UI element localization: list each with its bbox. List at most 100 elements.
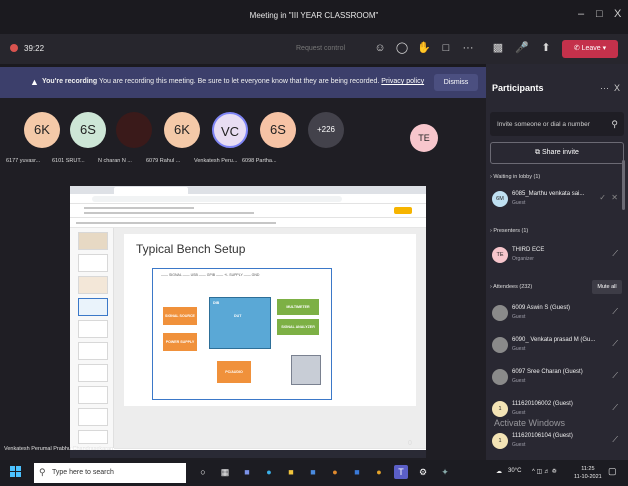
word-icon[interactable]: ■ [350, 465, 364, 479]
search-icon[interactable]: ⚲ [611, 119, 618, 130]
teams-app-icon[interactable]: ■ [240, 465, 254, 479]
chrome-icon[interactable]: ● [372, 465, 386, 479]
invite-search-field[interactable]: Invite someone or dial a number ⚲ [490, 112, 624, 136]
clock-time: 11:25 [581, 466, 595, 472]
menu-line [84, 212, 254, 214]
attendees-section-header[interactable]: › Attendees (232) [490, 284, 532, 290]
minimize-button[interactable]: – [578, 8, 584, 20]
participant-role: Guest [512, 442, 526, 448]
presenter-name: Venkatesh Perumal Prabhu Chandrasekaran [4, 446, 114, 452]
privacy-policy-link[interactable]: Privacy policy [381, 78, 424, 85]
notification-icon[interactable]: ▢ [608, 466, 617, 477]
mic-off-icon: ⟋ [612, 403, 618, 412]
participant-avatar[interactable]: 6S [70, 112, 106, 148]
rooms-icon[interactable]: □ [438, 40, 454, 56]
share-invite-button[interactable]: ⧉ Share invite [490, 142, 624, 164]
leave-label: Leave [581, 45, 601, 52]
app-icon[interactable]: ● [328, 465, 342, 479]
reactions-icon[interactable]: ✋ [416, 40, 432, 56]
presenter-participant[interactable]: TE THIRD ECE Organizer ⟋ [490, 244, 624, 268]
presenters-section-header[interactable]: › Presenters (1) [490, 228, 528, 234]
slide-thumbnail[interactable] [78, 364, 108, 382]
browser-tab[interactable] [114, 187, 188, 194]
participant-name: THIRD ECE [512, 247, 545, 253]
slide-thumbnail[interactable] [78, 430, 108, 444]
slide-thumbnail-active[interactable] [78, 298, 108, 316]
participants-icon[interactable]: ☺ [372, 40, 388, 56]
slide-thumbnail[interactable] [78, 408, 108, 426]
pc-computer-icon [291, 355, 321, 385]
search-icon: ⚲ [39, 467, 46, 477]
attendee-participant[interactable]: 6009 Aswin S (Guest) Guest ⟋ [490, 302, 624, 326]
app-icon[interactable]: ✦ [438, 465, 452, 479]
settings-icon[interactable]: ⚙ [416, 465, 430, 479]
weather-temp[interactable]: 30°C [508, 468, 521, 474]
recording-banner: ▲ You're recording You are recording thi… [0, 67, 486, 98]
mute-all-button[interactable]: Mute all [592, 280, 622, 294]
participant-avatar[interactable]: 6S [260, 112, 296, 148]
camera-off-icon[interactable]: ▩ [490, 40, 506, 56]
chat-icon[interactable]: ◯ [394, 40, 410, 56]
mic-off-icon: ⟋ [612, 339, 618, 348]
participant-avatar[interactable] [116, 112, 152, 148]
participant-avatar[interactable]: 6K [164, 112, 200, 148]
taskbar-clock[interactable]: 11:25 11-10-2021 [574, 465, 602, 481]
page-indicator: 0 [408, 440, 412, 447]
slide-thumbnail[interactable] [78, 232, 108, 250]
dismiss-button[interactable]: Dismiss [434, 74, 478, 91]
participant-avatar[interactable]: VC [212, 112, 248, 148]
diagram-legend: —— SIGNAL —— USB —— GPIB —— +/- SUPPLY —… [161, 273, 260, 277]
slide-thumbnail[interactable] [78, 386, 108, 404]
cortana-icon[interactable]: ○ [196, 465, 210, 479]
windows-start-icon[interactable] [10, 466, 22, 478]
system-tray-icons[interactable]: ^ ◫ ♬ ♽ [532, 468, 557, 475]
attendee-participant[interactable]: 1 111620106104 (Guest) Guest ⟋ [490, 430, 624, 454]
avatar: TE [492, 247, 508, 263]
lobby-header-label: Waiting in lobby (1) [493, 174, 541, 180]
file-explorer-icon[interactable]: ■ [284, 465, 298, 479]
window-titlebar: Meeting in "III YEAR CLASSROOM" – □ X [0, 0, 628, 34]
weather-icon[interactable]: ☁ [496, 468, 502, 475]
request-control-button[interactable]: Request control [296, 45, 345, 52]
url-field[interactable] [92, 196, 342, 202]
panel-close-icon[interactable]: X [614, 83, 620, 93]
teams-active-icon[interactable]: T [394, 465, 408, 479]
slide-thumbnail[interactable] [78, 342, 108, 360]
panel-scrollbar[interactable] [622, 160, 625, 210]
lobby-participant[interactable]: 6M 6085_Marthu venkata sai... Guest ✓ ✕ [490, 188, 624, 212]
share-tray-icon[interactable]: ⬆ [538, 40, 554, 56]
self-avatar[interactable]: TE [410, 124, 438, 152]
meeting-toolbar: 39:22 Request control ☺ ◯ ✋ □ ··· ▩ 🎤 ⬆ … [0, 34, 628, 64]
slide-thumbnail[interactable] [78, 254, 108, 272]
leave-button[interactable]: ✆ Leave ▾ [562, 40, 618, 58]
more-actions-icon[interactable]: ··· [460, 40, 476, 56]
attendee-participant[interactable]: 6097 Sree Charan (Guest) Guest ⟋ [490, 366, 624, 390]
panel-more-icon[interactable]: ··· [600, 83, 609, 93]
participant-role: Guest [512, 378, 526, 384]
participant-avatar[interactable]: +226 [308, 112, 344, 148]
edge-icon[interactable]: ● [262, 465, 276, 479]
signal-source-box: SIGNAL SOURCE [163, 307, 197, 325]
recording-indicator-icon [10, 44, 18, 52]
current-slide[interactable]: Typical Bench Setup —— SIGNAL —— USB —— … [124, 234, 416, 406]
admit-icon[interactable]: ✓ [599, 193, 606, 202]
participant-avatar-label: Venkatesh Peru... [194, 158, 238, 164]
close-button[interactable]: X [614, 8, 621, 20]
task-view-icon[interactable]: ▦ [218, 465, 232, 479]
maximize-button[interactable]: □ [596, 8, 603, 20]
participant-role: Guest [512, 410, 526, 416]
slides-share-button[interactable] [394, 207, 412, 214]
slide-thumbnail[interactable] [78, 276, 108, 294]
deny-icon[interactable]: ✕ [611, 193, 618, 202]
lobby-section-header[interactable]: › Waiting in lobby (1) [490, 174, 540, 180]
store-icon[interactable]: ■ [306, 465, 320, 479]
slide-thumbnail[interactable] [78, 320, 108, 338]
multimeter-box: MULTIMETER [277, 299, 319, 315]
mic-off-icon[interactable]: 🎤 [514, 40, 530, 56]
attendee-participant[interactable]: 6090_ Venkata prasad M (Gu... Guest ⟋ [490, 334, 624, 358]
participant-avatar[interactable]: 6K [24, 112, 60, 148]
taskbar-search-box[interactable]: ⚲ Type here to search [34, 463, 186, 483]
meeting-timer: 39:22 [24, 44, 45, 53]
mic-off-icon: ⟋ [612, 435, 618, 444]
recording-message-bold: You're recording [42, 78, 98, 85]
